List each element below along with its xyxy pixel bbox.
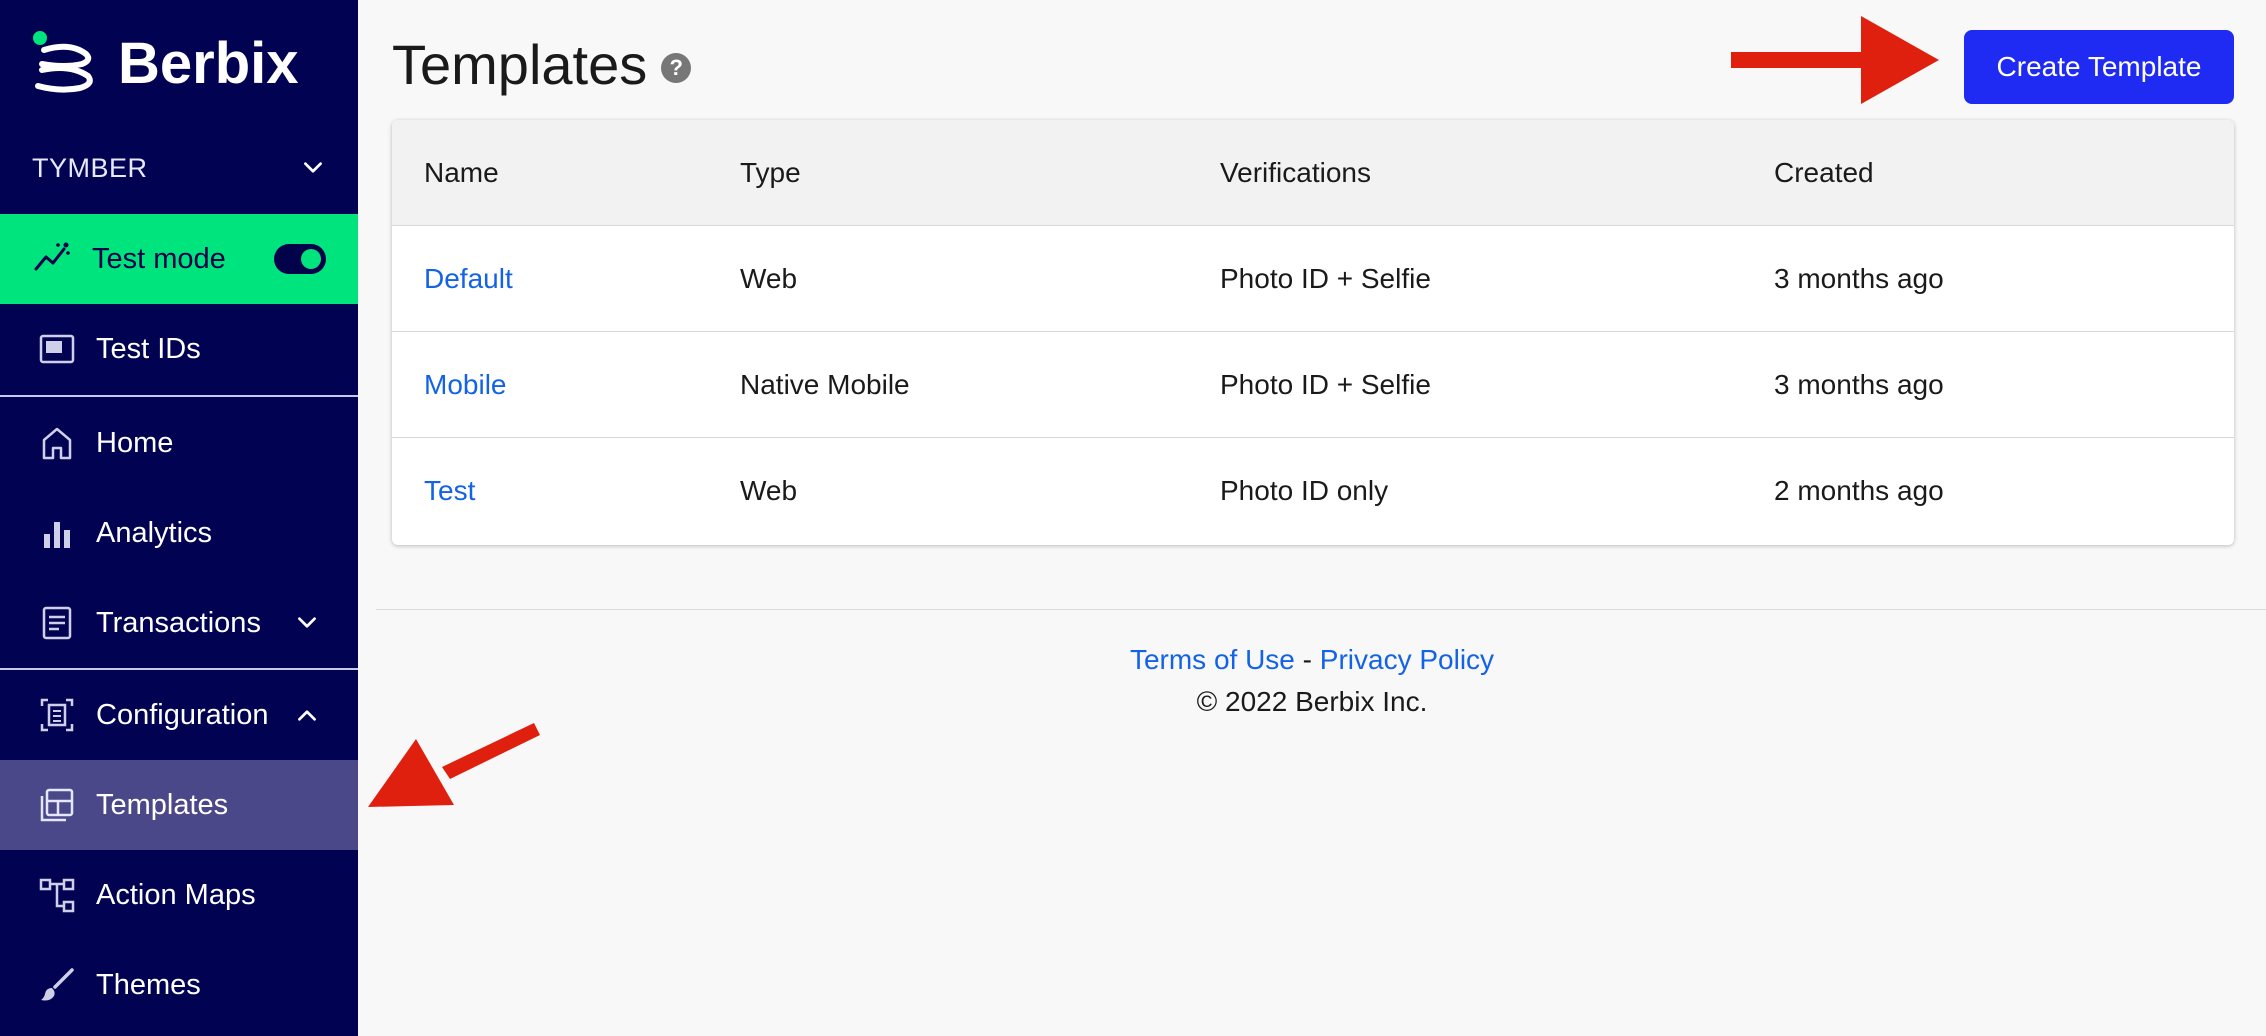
template-verifications: Photo ID + Selfie — [1220, 369, 1431, 400]
template-name-link[interactable]: Test — [424, 438, 475, 544]
sidebar-item-themes[interactable]: Themes — [0, 940, 358, 1030]
sidebar-item-label: Themes — [96, 968, 201, 1001]
terms-of-use-link[interactable]: Terms of Use — [1130, 644, 1295, 675]
annotation-arrow-left-icon — [368, 723, 540, 807]
chevron-down-icon — [304, 162, 322, 173]
page-title-text: Templates — [392, 33, 648, 96]
table-row: Test Web Photo ID only 2 months ago — [392, 438, 2234, 544]
template-created: 3 months ago — [1774, 263, 1944, 294]
sidebar-item-label: Templates — [96, 788, 229, 821]
sidebar-item-test-ids[interactable]: Test IDs — [0, 304, 358, 394]
footer-links: Terms of Use - Privacy Policy — [358, 644, 2266, 676]
template-type: Native Mobile — [740, 369, 910, 400]
test-mode-icon — [34, 242, 70, 271]
templates-icon — [40, 788, 74, 822]
test-mode-bar[interactable]: Test mode — [0, 214, 358, 304]
template-verifications: Photo ID only — [1220, 475, 1389, 506]
create-template-button[interactable]: Create Template — [1964, 30, 2234, 104]
brush-icon — [41, 968, 74, 1001]
sidebar-item-home[interactable]: Home — [0, 398, 358, 488]
sidebar-item-analytics[interactable]: Analytics — [0, 488, 358, 578]
template-name-link[interactable]: Mobile — [424, 332, 506, 438]
annotation-arrow-right-icon — [1731, 16, 1939, 104]
configuration-icon — [40, 698, 74, 732]
page-title: Templates ? — [392, 32, 692, 97]
brand-name: Berbix — [118, 30, 299, 96]
template-type: Web — [740, 263, 798, 294]
template-type: Web — [740, 475, 798, 506]
column-header-created[interactable]: Created — [1774, 120, 1874, 226]
sidebar-item-label: Test IDs — [96, 332, 201, 365]
column-header-name[interactable]: Name — [424, 120, 499, 226]
home-icon — [42, 427, 72, 460]
sidebar-item-action-maps[interactable]: Action Maps — [0, 850, 358, 940]
footer-separator: - — [1302, 644, 1312, 675]
chevron-down-icon — [298, 617, 316, 628]
bar-chart-icon — [44, 522, 70, 548]
copyright: © 2022 Berbix Inc. — [1196, 686, 1428, 717]
table-header-row: Name Type Verifications Created — [392, 120, 2234, 226]
berbix-logo-icon — [33, 31, 93, 93]
footer-divider — [376, 609, 2266, 610]
sidebar-item-configuration[interactable]: Configuration — [0, 670, 358, 760]
sidebar-item-templates[interactable]: Templates — [0, 760, 358, 850]
org-name: TYMBER — [32, 152, 148, 183]
id-card-icon — [39, 334, 75, 364]
privacy-policy-link[interactable]: Privacy Policy — [1320, 644, 1494, 675]
template-name-link[interactable]: Default — [424, 226, 513, 332]
table-row: Default Web Photo ID + Selfie 3 months a… — [392, 226, 2234, 332]
chevron-up-icon — [298, 710, 316, 721]
column-header-verifications[interactable]: Verifications — [1220, 120, 1371, 226]
sidebar-item-label: Action Maps — [96, 878, 256, 911]
action-map-icon — [39, 878, 75, 913]
sidebar-item-label: Configuration — [96, 698, 269, 731]
template-verifications: Photo ID + Selfie — [1220, 263, 1431, 294]
template-created: 2 months ago — [1774, 475, 1944, 506]
main-content: Templates ? Create Template Name Type Ve… — [358, 0, 2266, 1036]
column-header-type[interactable]: Type — [740, 120, 801, 226]
org-switcher[interactable]: TYMBER — [0, 140, 358, 196]
sidebar-item-label: Transactions — [96, 606, 261, 639]
brand-logo[interactable]: Berbix — [30, 28, 299, 98]
sidebar-divider — [0, 395, 358, 397]
template-created: 3 months ago — [1774, 369, 1944, 400]
templates-table: Name Type Verifications Created Default … — [392, 120, 2234, 545]
sidebar-item-transactions[interactable]: Transactions — [0, 578, 358, 668]
test-mode-label: Test mode — [92, 242, 226, 275]
sidebar-item-label: Home — [96, 426, 174, 459]
table-row: Mobile Native Mobile Photo ID + Selfie 3… — [392, 332, 2234, 438]
document-icon — [42, 606, 72, 640]
test-mode-toggle[interactable] — [274, 244, 326, 274]
help-icon[interactable]: ? — [661, 52, 692, 83]
sidebar: Berbix TYMBER Test mode Test IDs Home An… — [0, 0, 358, 1036]
sidebar-item-label: Analytics — [96, 516, 213, 549]
app: Berbix TYMBER Test mode Test IDs Home An… — [0, 0, 2266, 1036]
